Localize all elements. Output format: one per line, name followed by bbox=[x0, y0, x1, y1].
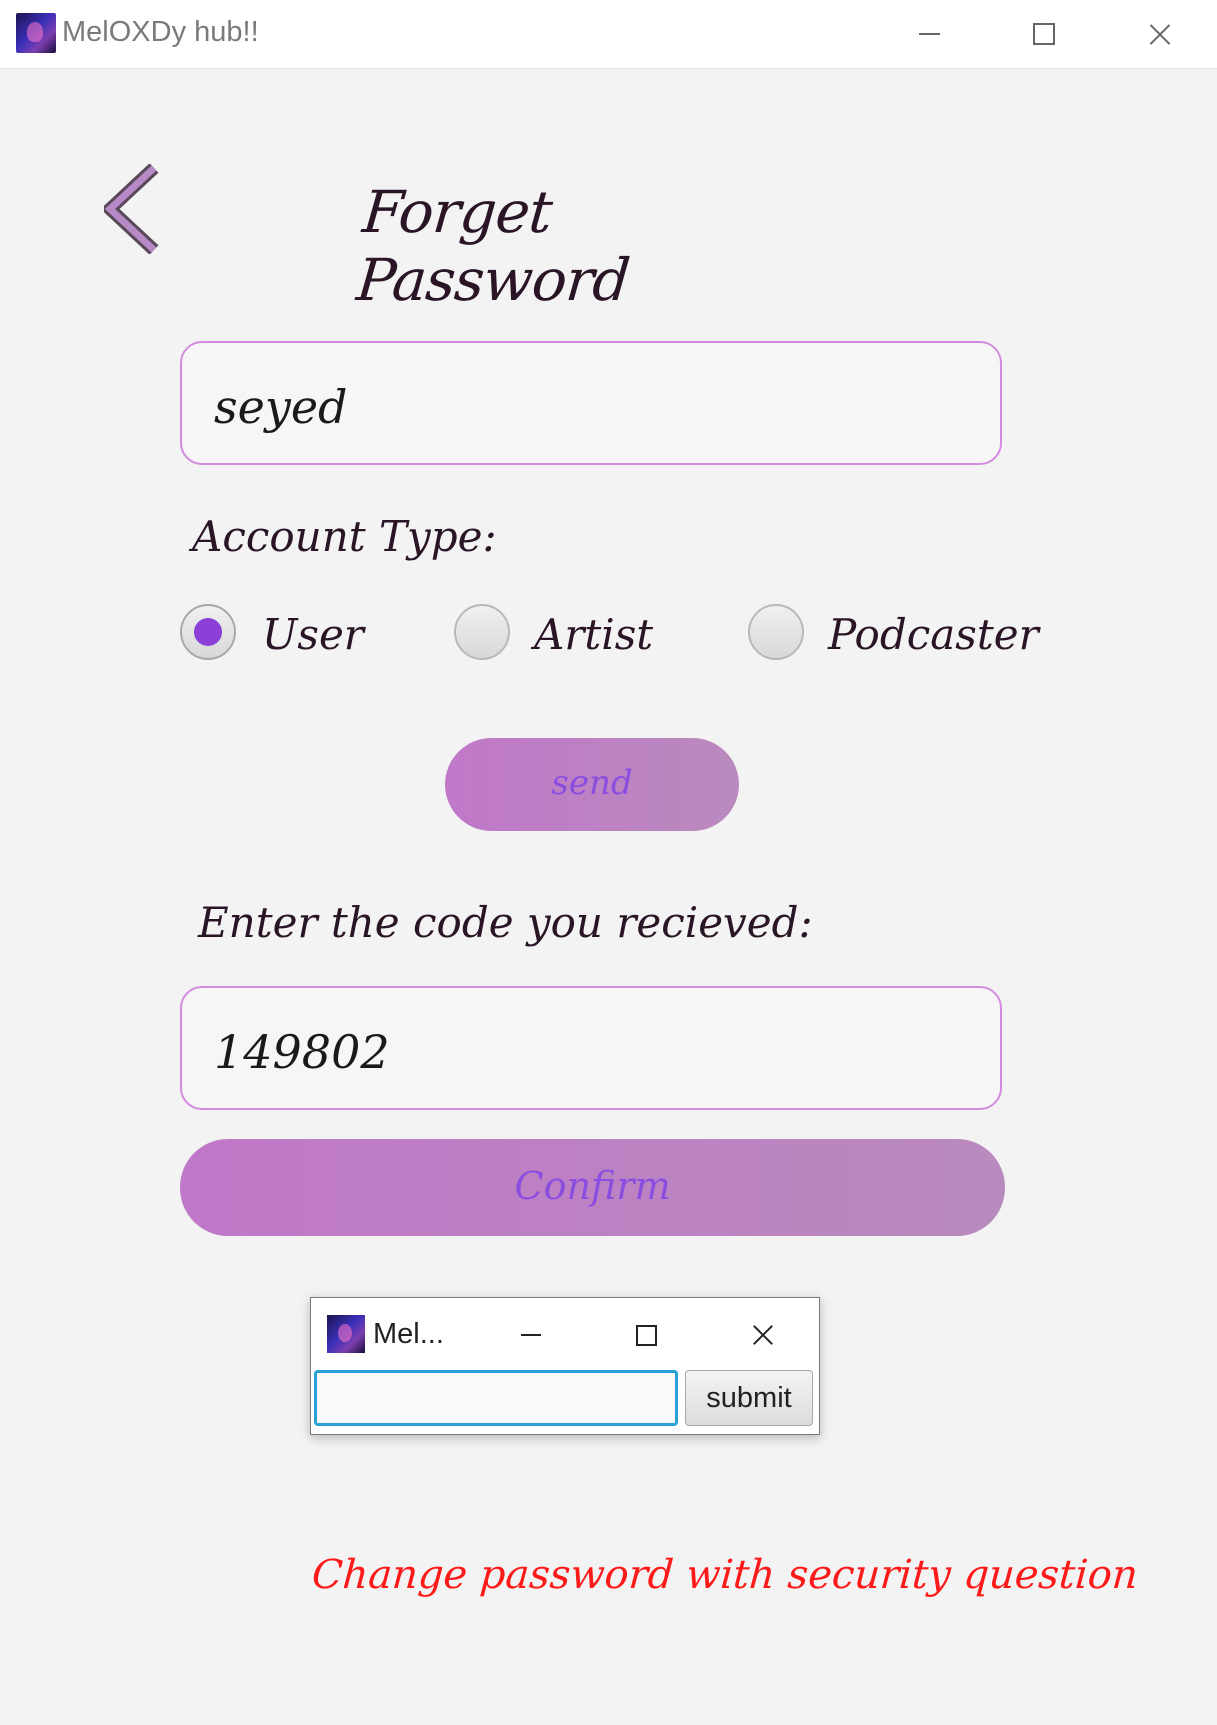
back-button[interactable] bbox=[100, 163, 162, 255]
username-input[interactable] bbox=[212, 379, 976, 435]
submit-dialog: Mel... submit bbox=[310, 1297, 820, 1435]
confirm-button[interactable]: Confirm bbox=[180, 1139, 1005, 1236]
minimize-icon bbox=[521, 1334, 541, 1336]
minimize-icon bbox=[919, 33, 940, 35]
radio-user[interactable] bbox=[180, 604, 236, 660]
radio-podcaster-label: Podcaster bbox=[828, 610, 1039, 659]
dialog-maximize-button[interactable] bbox=[626, 1314, 666, 1354]
code-input[interactable] bbox=[212, 1024, 976, 1080]
dialog-submit-button[interactable]: submit bbox=[685, 1370, 813, 1426]
window-title: MelOXDy hub!! bbox=[62, 16, 259, 48]
dialog-close-button[interactable] bbox=[743, 1314, 783, 1354]
code-field[interactable] bbox=[180, 986, 1002, 1110]
radio-artist[interactable] bbox=[454, 604, 510, 660]
title-bar: MelOXDy hub!! bbox=[0, 0, 1217, 69]
radio-podcaster[interactable] bbox=[748, 604, 804, 660]
minimize-button[interactable] bbox=[907, 12, 951, 56]
code-label: Enter the code you recieved: bbox=[198, 898, 813, 947]
security-question-link[interactable]: Change password with security question bbox=[310, 1552, 1139, 1598]
maximize-icon bbox=[1033, 23, 1055, 45]
username-field[interactable] bbox=[180, 341, 1002, 465]
back-chevron-icon bbox=[100, 163, 159, 255]
page-title: Forget Password bbox=[354, 178, 632, 314]
dialog-app-logo-icon bbox=[327, 1315, 365, 1353]
maximize-button[interactable] bbox=[1021, 12, 1065, 56]
account-type-label: Account Type: bbox=[192, 512, 497, 561]
dialog-title: Mel... bbox=[373, 1318, 444, 1350]
app-logo-icon bbox=[16, 13, 56, 53]
send-button[interactable]: send bbox=[445, 738, 739, 831]
account-type-group: User Artist Podcaster bbox=[180, 604, 1039, 668]
radio-user-label: User bbox=[262, 610, 364, 659]
close-button[interactable] bbox=[1138, 12, 1182, 56]
dialog-minimize-button[interactable] bbox=[511, 1314, 551, 1354]
radio-artist-label: Artist bbox=[534, 610, 654, 659]
dialog-input[interactable] bbox=[314, 1370, 678, 1426]
maximize-icon bbox=[636, 1325, 657, 1346]
